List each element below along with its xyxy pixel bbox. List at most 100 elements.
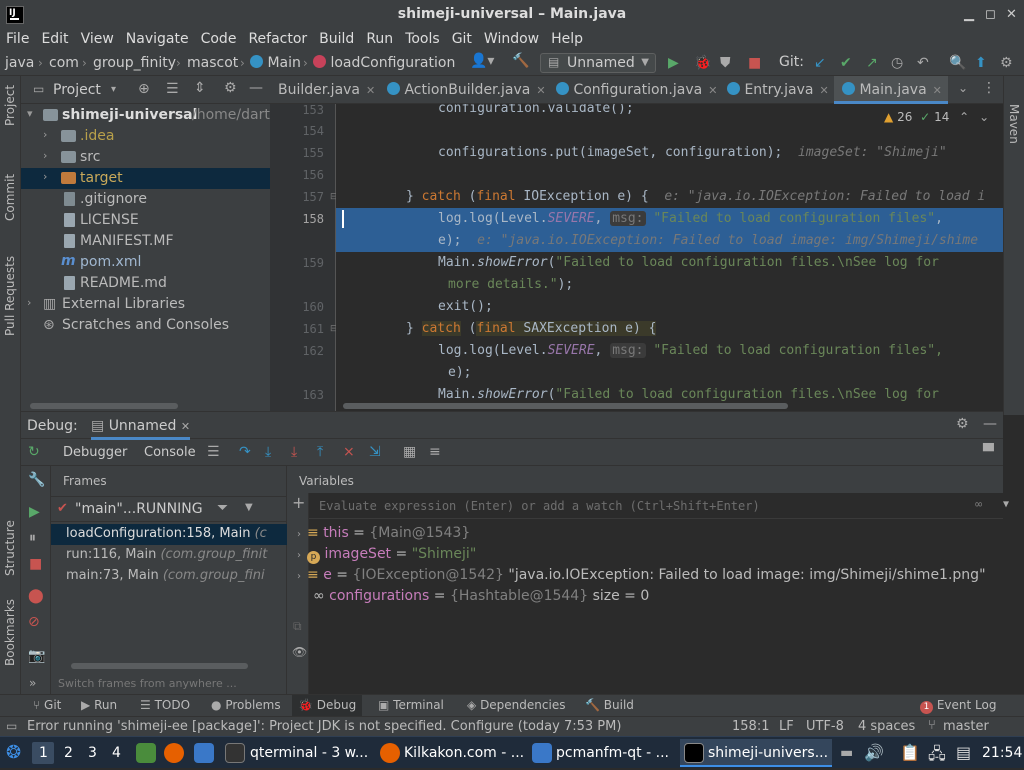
evaluate-icon[interactable]: ▦: [403, 444, 416, 460]
inspection-widget[interactable]: ▲ 26 ✓ 14 ⌃ ⌄: [884, 110, 990, 124]
taskbar-app-intellij[interactable]: shimeji-univers...: [708, 745, 828, 761]
workspace-4[interactable]: 4: [112, 745, 121, 761]
history-icon[interactable]: ◷: [891, 55, 903, 71]
tree-root[interactable]: ▾ shimeji-universal /home/dartz: [21, 105, 277, 126]
breadcrumb-java[interactable]: java: [5, 55, 34, 71]
updates-icon[interactable]: ▤: [956, 743, 971, 762]
hide-icon[interactable]: —: [983, 416, 997, 432]
update-icon[interactable]: ⬆: [975, 55, 987, 71]
run-to-cursor-icon[interactable]: ⇲: [369, 444, 381, 460]
breadcrumb-group-finity[interactable]: group_finity: [93, 55, 176, 71]
tab-builder[interactable]: Builder.java ✕: [278, 76, 375, 104]
force-step-into-icon[interactable]: ⤓: [291, 444, 297, 460]
mute-breakpoints-icon[interactable]: ⊘: [28, 614, 40, 630]
editor-horizontal-scrollbar[interactable]: [343, 403, 788, 409]
menu-navigate[interactable]: Navigate: [126, 31, 189, 47]
stripe-pull-requests[interactable]: Pull Requests: [3, 256, 17, 336]
tree-item-scratches[interactable]: ⊛ Scratches and Consoles: [21, 315, 270, 336]
thread-select[interactable]: ✔ "main"...RUNNING ⏷ ▼: [51, 496, 287, 522]
filter-icon[interactable]: ⏷: [217, 500, 228, 516]
file-manager-icon[interactable]: [194, 743, 214, 763]
chevron-down-icon[interactable]: ▼: [1003, 499, 1009, 510]
variable-row[interactable]: ∞ configurations = {Hashtable@1544} size…: [313, 588, 649, 604]
gear-icon[interactable]: ⚙: [224, 80, 237, 96]
menu-help[interactable]: Help: [551, 31, 583, 47]
frame-item[interactable]: run:116, Main (com.group_finit: [51, 545, 287, 566]
file-encoding[interactable]: UTF-8: [806, 719, 844, 734]
evaluate-expression-input[interactable]: Evaluate expression (Enter) or add a wat…: [309, 493, 1009, 519]
toolwindow-build[interactable]: 🔨 Build: [585, 698, 634, 712]
add-watch-icon[interactable]: +: [292, 493, 305, 512]
start-menu-icon[interactable]: ❂: [6, 742, 21, 763]
caret-position[interactable]: 158:1: [732, 719, 769, 734]
stripe-bookmarks[interactable]: Bookmarks: [3, 599, 17, 666]
pause-icon[interactable]: ⏸: [29, 530, 36, 546]
close-icon[interactable]: ✕: [820, 84, 829, 97]
status-message-icon[interactable]: ▭: [6, 719, 17, 733]
toolwindow-terminal[interactable]: ▣ Terminal: [378, 698, 444, 712]
project-horizontal-scrollbar[interactable]: [30, 403, 178, 409]
debug-session-tab[interactable]: ▤ Unnamed ✕: [91, 418, 191, 440]
workspace-1[interactable]: 1: [39, 745, 48, 761]
code-editor[interactable]: configuration.validate(); configurations…: [336, 104, 1003, 411]
step-out-icon[interactable]: ⤒: [317, 444, 323, 460]
menu-window[interactable]: Window: [484, 31, 539, 47]
maximize-icon[interactable]: ◻: [985, 7, 996, 22]
git-commit-icon[interactable]: ✔: [840, 55, 852, 71]
chevron-up-icon[interactable]: ⌃: [959, 110, 969, 124]
tree-item-readme[interactable]: README.md: [21, 273, 270, 294]
git-update-icon[interactable]: ↙: [814, 55, 826, 71]
show-icon[interactable]: 👁: [292, 645, 307, 659]
breadcrumb-mascot[interactable]: mascot: [187, 55, 238, 71]
search-icon[interactable]: 🔍: [949, 55, 966, 71]
more-icon[interactable]: »: [29, 676, 36, 690]
taskbar-app-pcmanfm[interactable]: pcmanfm-qt - ...: [556, 745, 669, 761]
rerun-icon[interactable]: ↻: [28, 444, 40, 460]
menu-code[interactable]: Code: [201, 31, 237, 47]
trace-icon[interactable]: ≡: [429, 444, 441, 460]
toolwindow-run[interactable]: ▶ Run: [81, 698, 117, 712]
chevron-down-icon[interactable]: ▼: [245, 502, 253, 513]
toolwindow-git[interactable]: ⑂ Git: [33, 698, 61, 712]
tree-item-pom[interactable]: m pom.xml: [21, 252, 270, 273]
tree-item-gitignore[interactable]: .gitignore: [21, 189, 270, 210]
drop-frame-icon[interactable]: ⨯: [343, 444, 355, 460]
user-icon[interactable]: 👤▾: [470, 53, 494, 69]
more-icon[interactable]: ⋮: [982, 80, 996, 96]
gear-icon[interactable]: ⚙: [956, 416, 969, 432]
tab-debugger[interactable]: Debugger: [63, 445, 127, 460]
coverage-icon[interactable]: ⛊: [720, 55, 731, 71]
status-message[interactable]: Error running 'shimeji-ee [package]': Pr…: [27, 719, 621, 734]
layout-icon[interactable]: ☰: [207, 444, 220, 460]
restore-layout-icon[interactable]: ▀: [983, 444, 994, 460]
menu-file[interactable]: File: [6, 31, 29, 47]
stripe-project[interactable]: Project: [3, 85, 17, 126]
step-over-icon[interactable]: ↷: [239, 444, 251, 460]
git-push-icon[interactable]: ↗: [866, 55, 878, 71]
stop-icon[interactable]: ■: [29, 556, 42, 572]
menu-git[interactable]: Git: [452, 31, 472, 47]
breadcrumb-com[interactable]: com: [49, 55, 79, 71]
variable-row[interactable]: › ≡ this = {Main@1543}: [297, 525, 470, 541]
camera-icon[interactable]: 📷: [28, 648, 45, 664]
build-hammer-icon[interactable]: 🔨: [512, 53, 529, 69]
frames-scrollbar[interactable]: [71, 663, 248, 669]
expand-icon[interactable]: ⇕: [194, 80, 206, 96]
event-log[interactable]: 1 Event Log: [920, 698, 996, 714]
menu-tools[interactable]: Tools: [405, 31, 440, 47]
close-icon[interactable]: ✕: [366, 84, 375, 97]
tree-item-license[interactable]: LICENSE: [21, 210, 270, 231]
menu-refactor[interactable]: Refactor: [248, 31, 307, 47]
menu-run[interactable]: Run: [366, 31, 393, 47]
display-icon[interactable]: ▬: [840, 745, 853, 761]
view-breakpoints-icon[interactable]: ⬤: [28, 588, 44, 604]
stop-icon[interactable]: ■: [748, 55, 761, 71]
menu-edit[interactable]: Edit: [41, 31, 68, 47]
debug-icon[interactable]: 🐞: [694, 55, 711, 71]
run-icon[interactable]: ▶: [668, 55, 679, 71]
tree-item-target[interactable]: › target: [21, 168, 270, 189]
toolwindow-problems[interactable]: ● Problems: [211, 698, 281, 712]
taskbar-app-firefox[interactable]: Kilkakon.com - ...: [404, 745, 524, 761]
menu-build[interactable]: Build: [319, 31, 354, 47]
close-icon[interactable]: ✕: [536, 84, 545, 97]
